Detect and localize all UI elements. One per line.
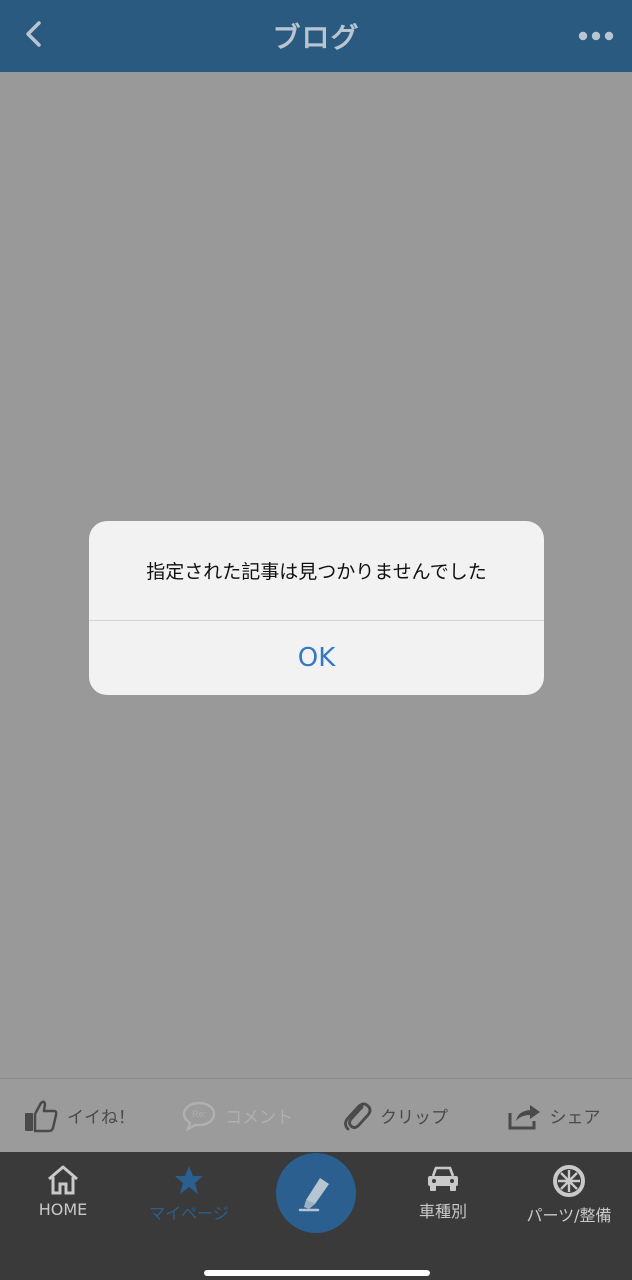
comment-bubble-icon: Re: <box>182 1101 216 1132</box>
svg-text:Re:: Re: <box>192 1109 206 1119</box>
comment-button[interactable]: Re: コメント <box>158 1100 316 1132</box>
write-post-button[interactable] <box>276 1153 356 1233</box>
thumbs-up-icon <box>25 1099 58 1132</box>
article-action-bar: イイね！ Re: コメント クリップ シェア <box>0 1078 632 1152</box>
alert-dialog: 指定された記事は見つかりませんでした OK <box>89 521 544 695</box>
tab-mypage-label: マイページ <box>149 1204 229 1223</box>
page-title: ブログ <box>272 21 360 54</box>
tab-parts[interactable]: パーツ/整備 <box>506 1164 632 1226</box>
tab-parts-label: パーツ/整備 <box>526 1206 612 1225</box>
more-dots-icon <box>578 31 614 41</box>
chevron-left-icon <box>26 21 41 47</box>
alert-ok-button[interactable]: OK <box>89 621 544 695</box>
clip-button[interactable]: クリップ <box>316 1099 474 1133</box>
back-button[interactable] <box>14 14 54 54</box>
share-label: シェア <box>549 1108 601 1128</box>
tab-home-label: HOME <box>38 1200 88 1219</box>
like-button[interactable]: イイね！ <box>0 1099 158 1133</box>
tab-car-model-label: 車種別 <box>418 1202 467 1221</box>
clip-label: クリップ <box>380 1108 448 1128</box>
share-arrow-icon <box>508 1104 540 1129</box>
home-icon <box>48 1165 78 1195</box>
wheel-icon <box>553 1165 585 1197</box>
paperclip-icon <box>344 1102 372 1130</box>
alert-message: 指定された記事は見つかりませんでした <box>146 561 487 583</box>
tab-mypage[interactable]: マイページ <box>126 1164 252 1224</box>
top-nav-bar: ブログ <box>0 0 632 72</box>
comment-label: コメント <box>225 1108 293 1128</box>
star-icon <box>175 1166 203 1194</box>
tab-car-model[interactable]: 車種別 <box>380 1164 506 1222</box>
tab-home[interactable]: HOME <box>0 1164 126 1219</box>
pen-icon <box>298 1178 329 1212</box>
more-options-button[interactable] <box>574 16 618 56</box>
home-indicator[interactable] <box>204 1270 430 1276</box>
car-icon <box>428 1166 458 1191</box>
like-label: イイね！ <box>67 1108 135 1128</box>
share-button[interactable]: シェア <box>474 1101 632 1131</box>
